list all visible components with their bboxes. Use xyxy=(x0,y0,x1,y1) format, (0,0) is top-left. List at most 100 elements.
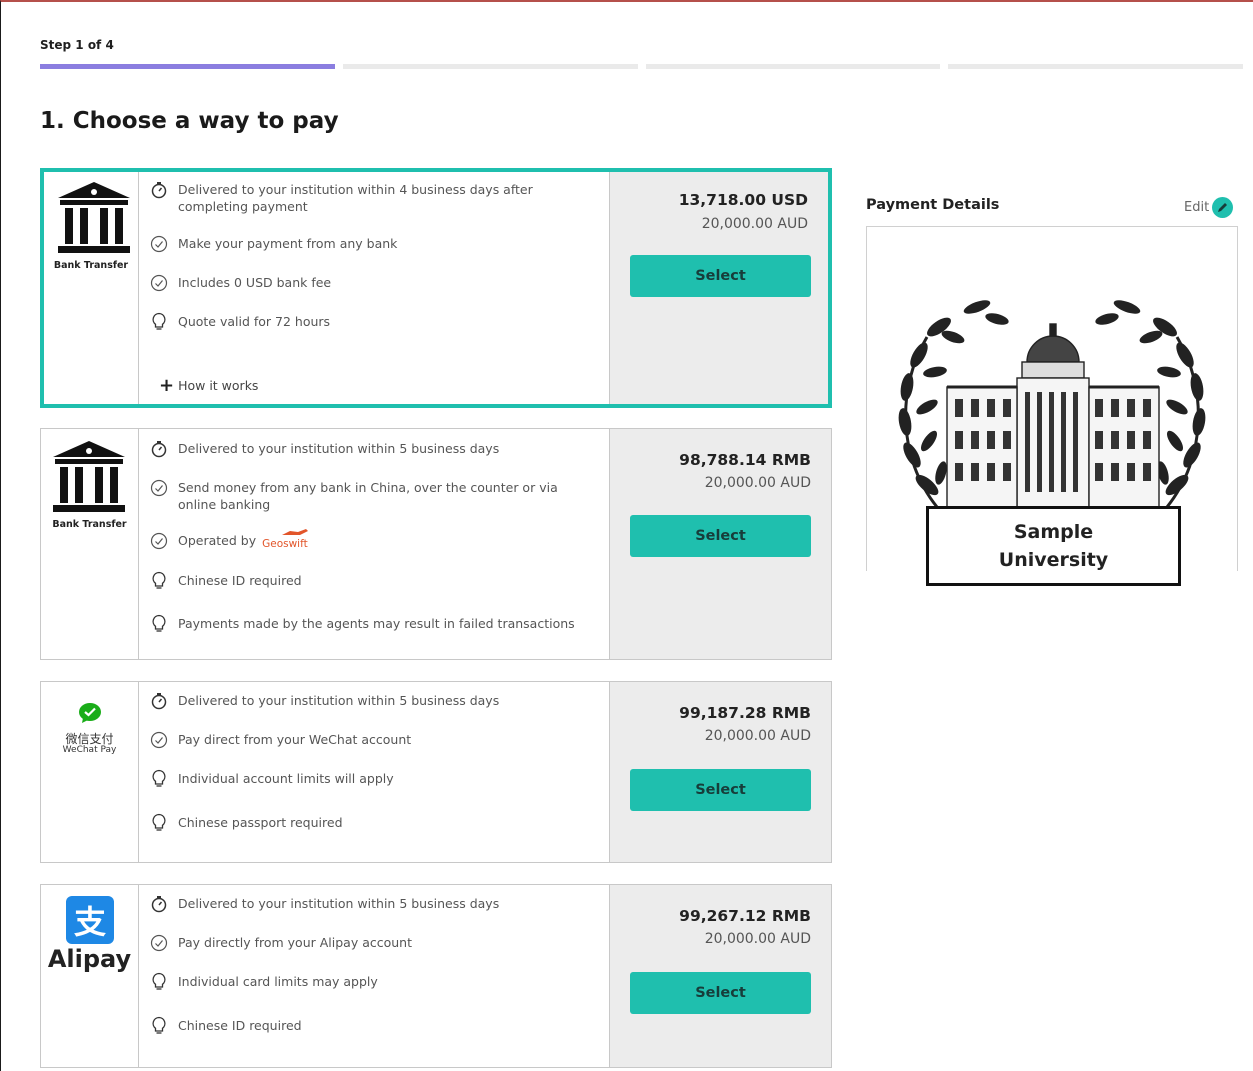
progress-segment-2 xyxy=(342,64,638,69)
feature-item: Operated by Geoswift xyxy=(149,529,595,553)
alipay-logo: 支 Alipay xyxy=(41,885,139,1067)
logo-caption: Alipay xyxy=(47,945,132,973)
feature-item: Delivered to your institution within 5 b… xyxy=(149,692,595,711)
feature-text: Pay direct from your WeChat account xyxy=(178,732,412,747)
feature-item: Quote valid for 72 hours xyxy=(149,312,595,332)
source-amount: 20,000.00 AUD xyxy=(704,475,811,491)
plus-icon: + xyxy=(159,375,175,396)
price-panel: 99,187.28 RMB 20,000.00 AUD Select xyxy=(610,682,831,862)
lightbulb-icon xyxy=(149,571,169,591)
progress-segment-3 xyxy=(645,64,941,69)
timer-icon xyxy=(149,894,169,914)
select-button[interactable]: Select xyxy=(630,255,811,297)
feature-text: Chinese ID required xyxy=(178,573,302,588)
feature-text: Payments made by the agents may result i… xyxy=(178,616,575,631)
payment-option-alipay[interactable]: 支 Alipay Delivered to your institution w… xyxy=(40,884,832,1068)
price-amount: 13,718.00 USD xyxy=(678,191,808,209)
timer-icon xyxy=(149,691,169,711)
bank-icon xyxy=(58,182,130,253)
price-panel: 98,788.14 RMB 20,000.00 AUD Select xyxy=(610,429,831,659)
feature-item: Chinese ID required xyxy=(149,571,595,591)
feature-item: Chinese ID required xyxy=(149,1016,595,1036)
alipay-glyph: 支 xyxy=(73,903,106,941)
feature-item: Individual account limits will apply xyxy=(149,769,595,789)
logo-caption: Bank Transfer xyxy=(53,260,129,271)
logo-caption: Bank Transfer xyxy=(52,519,127,530)
university-name-line1: Sample xyxy=(1013,521,1094,543)
lightbulb-icon xyxy=(149,1016,169,1036)
timer-icon xyxy=(149,180,169,200)
edit-link[interactable]: Edit xyxy=(1184,197,1234,218)
how-it-works-label: How it works xyxy=(178,378,259,393)
price-panel: 13,718.00 USD 20,000.00 AUD Select xyxy=(610,172,828,404)
feature-text: Includes 0 USD bank fee xyxy=(178,275,332,290)
bank-logo: Bank Transfer xyxy=(44,172,139,404)
feature-text: Individual account limits will apply xyxy=(178,771,394,786)
feature-text: Pay directly from your Alipay account xyxy=(178,935,412,950)
alipay-icon: 支 xyxy=(66,896,114,944)
feature-list: Delivered to your institution within 5 b… xyxy=(139,429,610,659)
feature-list: Delivered to your institution within 4 b… xyxy=(139,172,610,404)
pencil-icon xyxy=(1212,197,1234,218)
wechat-pay-icon xyxy=(79,703,101,723)
select-button[interactable]: Select xyxy=(630,972,811,1014)
feature-text: Delivered to your institution within 5 b… xyxy=(178,441,500,456)
price-amount: 98,788.14 RMB xyxy=(679,451,811,469)
step-indicator: Step 1 of 4 xyxy=(40,38,114,52)
check-circle-icon xyxy=(149,933,169,953)
price-amount: 99,187.28 RMB xyxy=(679,704,811,722)
check-circle-icon xyxy=(149,273,169,293)
feature-text: Delivered to your institution within 5 b… xyxy=(178,896,500,911)
feature-text: Delivered to your institution within 5 b… xyxy=(178,693,500,708)
feature-text: Send money from any bank in China, over … xyxy=(178,480,558,512)
feature-text: Chinese passport required xyxy=(178,815,343,830)
geoswift-logo-text: Geoswift xyxy=(262,538,308,550)
feature-text: Make your payment from any bank xyxy=(178,236,398,251)
feature-text: Operated by Geoswift xyxy=(178,529,595,553)
check-circle-icon xyxy=(149,531,169,551)
payment-option-wechat-pay[interactable]: 微信支付 WeChat Pay Delivered to your instit… xyxy=(40,681,832,863)
feature-text: Individual card limits may apply xyxy=(178,974,378,989)
progress-bar xyxy=(40,64,1243,69)
feature-text: Quote valid for 72 hours xyxy=(178,314,331,329)
feature-item: Pay directly from your Alipay account xyxy=(149,934,595,953)
lightbulb-icon xyxy=(149,972,169,992)
source-amount: 20,000.00 AUD xyxy=(701,216,808,232)
feature-text: Chinese ID required xyxy=(178,1018,302,1033)
source-amount: 20,000.00 AUD xyxy=(704,728,811,744)
payment-option-bank-transfer-rmb[interactable]: Bank Transfer Delivered to your institut… xyxy=(40,428,832,660)
swift-animal-icon xyxy=(282,529,309,535)
select-button[interactable]: Select xyxy=(630,515,811,557)
feature-text: Delivered to your institution within 4 b… xyxy=(178,182,533,214)
feature-item: Make your payment from any bank xyxy=(149,235,595,254)
check-circle-icon xyxy=(149,730,169,750)
edit-label: Edit xyxy=(1184,200,1210,215)
payment-details-title: Payment Details xyxy=(866,197,1000,213)
feature-item: Individual card limits may apply xyxy=(149,972,595,992)
lightbulb-icon xyxy=(149,813,169,833)
feature-item: Delivered to your institution within 5 b… xyxy=(149,440,595,459)
lightbulb-icon xyxy=(149,614,169,634)
check-circle-icon xyxy=(149,234,169,254)
feature-item: Send money from any bank in China, over … xyxy=(149,479,595,513)
progress-segment-1 xyxy=(40,64,335,69)
feature-item: Delivered to your institution within 4 b… xyxy=(149,181,595,215)
feature-list: Delivered to your institution within 5 b… xyxy=(139,885,610,1067)
feature-list: Delivered to your institution within 5 b… xyxy=(139,682,610,862)
lightbulb-icon xyxy=(149,312,169,332)
how-it-works-link[interactable]: + How it works xyxy=(159,375,258,396)
progress-segment-4 xyxy=(948,64,1243,69)
select-button[interactable]: Select xyxy=(630,769,811,811)
feature-item: Payments made by the agents may result i… xyxy=(149,614,595,634)
university-name-plate: Sample University xyxy=(926,506,1181,586)
check-circle-icon xyxy=(149,478,169,498)
feature-item: Pay direct from your WeChat account xyxy=(149,731,595,750)
geoswift-logo: Geoswift xyxy=(262,529,309,553)
timer-icon xyxy=(149,439,169,459)
lightbulb-icon xyxy=(149,769,169,789)
feature-item: Delivered to your institution within 5 b… xyxy=(149,895,595,914)
operated-by-label: Operated by xyxy=(178,533,257,548)
bank-logo: Bank Transfer xyxy=(41,429,139,659)
price-panel: 99,267.12 RMB 20,000.00 AUD Select xyxy=(610,885,831,1067)
payment-option-bank-transfer-usd[interactable]: Bank Transfer Delivered to your institut… xyxy=(40,168,832,408)
